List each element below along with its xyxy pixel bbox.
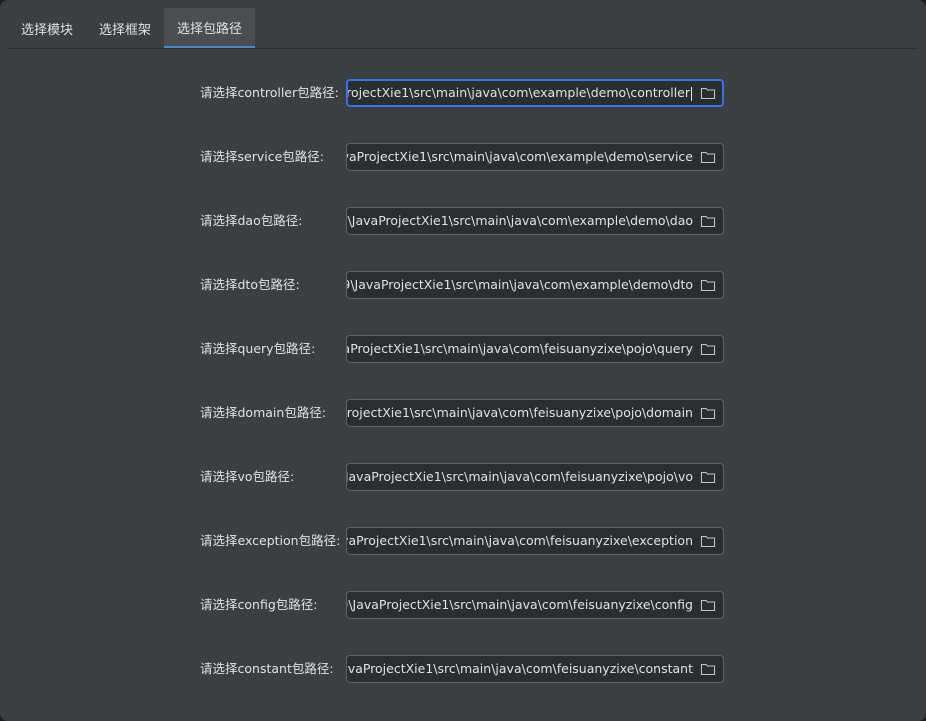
text-caret <box>691 86 692 101</box>
service-path-input[interactable]: JavaProjectXie1\src\main\java\com\exampl… <box>346 143 724 171</box>
service-path-row: 请选择service包路径: JavaProjectXie1\src\main\… <box>0 143 926 171</box>
config-path-label: 请选择config包路径: <box>200 597 318 612</box>
vo-path-row: 请选择vo包路径: 9\JavaProjectXie1\src\main\jav… <box>0 463 926 491</box>
folder-icon[interactable] <box>700 150 716 164</box>
folder-icon[interactable] <box>700 662 716 676</box>
folder-icon[interactable] <box>700 470 716 484</box>
query-path-value: avaProjectXie1\src\main\java\com\feisuan… <box>346 341 693 356</box>
dao-path-row: 请选择dao包路径: 39\JavaProjectXie1\src\main\j… <box>0 207 926 235</box>
service-path-value: JavaProjectXie1\src\main\java\com\exampl… <box>346 149 693 164</box>
config-path-row: 请选择config包路径: :39\JavaProjectXie1\src\ma… <box>0 591 926 619</box>
exception-path-value: JavaProjectXie1\src\main\java\com\feisua… <box>346 533 693 548</box>
dao-path-label: 请选择dao包路径: <box>200 213 303 228</box>
folder-icon[interactable] <box>700 406 716 420</box>
service-path-label: 请选择service包路径: <box>200 149 324 164</box>
folder-icon[interactable] <box>700 86 716 100</box>
vo-path-value: 9\JavaProjectXie1\src\main\java\com\feis… <box>346 469 693 484</box>
vo-path-label: 请选择vo包路径: <box>200 469 295 484</box>
dao-path-input[interactable]: 39\JavaProjectXie1\src\main\java\com\exa… <box>346 207 724 235</box>
tab-bar: 选择模块 选择框架 选择包路径 <box>8 8 918 49</box>
dto-path-label: 请选择dto包路径: <box>200 277 300 292</box>
tab-select-module[interactable]: 选择模块 <box>8 8 86 48</box>
dto-path-input[interactable]: 39\JavaProjectXie1\src\main\java\com\exa… <box>346 271 724 299</box>
query-path-label: 请选择query包路径: <box>200 341 316 356</box>
domain-path-label: 请选择domain包路径: <box>200 405 327 420</box>
package-path-dialog: 选择模块 选择框架 选择包路径 请选择controller包路径: aProje… <box>0 0 926 721</box>
constant-path-row: 请选择constant包路径: )\JavaProjectXie1\src\ma… <box>0 655 926 683</box>
query-path-row: 请选择query包路径: avaProjectXie1\src\main\jav… <box>0 335 926 363</box>
config-path-value: :39\JavaProjectXie1\src\main\java\com\fe… <box>346 597 693 612</box>
folder-icon[interactable] <box>700 598 716 612</box>
controller-path-value: aProjectXie1\src\main\java\com\example\d… <box>346 85 690 100</box>
controller-path-input[interactable]: aProjectXie1\src\main\java\com\example\d… <box>346 79 724 107</box>
exception-path-label: 请选择exception包路径: <box>200 533 341 548</box>
exception-path-input[interactable]: JavaProjectXie1\src\main\java\com\feisua… <box>346 527 724 555</box>
folder-icon[interactable] <box>700 214 716 228</box>
constant-path-label: 请选择constant包路径: <box>200 661 334 676</box>
constant-path-value: )\JavaProjectXie1\src\main\java\com\feis… <box>346 661 693 676</box>
controller-path-row: 请选择controller包路径: aProjectXie1\src\main\… <box>0 79 926 107</box>
domain-path-value: aProjectXie1\src\main\java\com\feisuanyz… <box>346 405 693 420</box>
dao-path-value: 39\JavaProjectXie1\src\main\java\com\exa… <box>346 213 693 228</box>
controller-path-label: 请选择controller包路径: <box>200 85 339 100</box>
domain-path-input[interactable]: aProjectXie1\src\main\java\com\feisuanyz… <box>346 399 724 427</box>
vo-path-input[interactable]: 9\JavaProjectXie1\src\main\java\com\feis… <box>346 463 724 491</box>
domain-path-row: 请选择domain包路径: aProjectXie1\src\main\java… <box>0 399 926 427</box>
folder-icon[interactable] <box>700 278 716 292</box>
exception-path-row: 请选择exception包路径: JavaProjectXie1\src\mai… <box>0 527 926 555</box>
folder-icon[interactable] <box>700 534 716 548</box>
dto-path-row: 请选择dto包路径: 39\JavaProjectXie1\src\main\j… <box>0 271 926 299</box>
query-path-input[interactable]: avaProjectXie1\src\main\java\com\feisuan… <box>346 335 724 363</box>
dto-path-value: 39\JavaProjectXie1\src\main\java\com\exa… <box>346 277 693 292</box>
tab-select-framework[interactable]: 选择框架 <box>86 8 164 48</box>
constant-path-input[interactable]: )\JavaProjectXie1\src\main\java\com\feis… <box>346 655 724 683</box>
tab-select-package-path[interactable]: 选择包路径 <box>164 8 256 48</box>
folder-icon[interactable] <box>700 342 716 356</box>
config-path-input[interactable]: :39\JavaProjectXie1\src\main\java\com\fe… <box>346 591 724 619</box>
